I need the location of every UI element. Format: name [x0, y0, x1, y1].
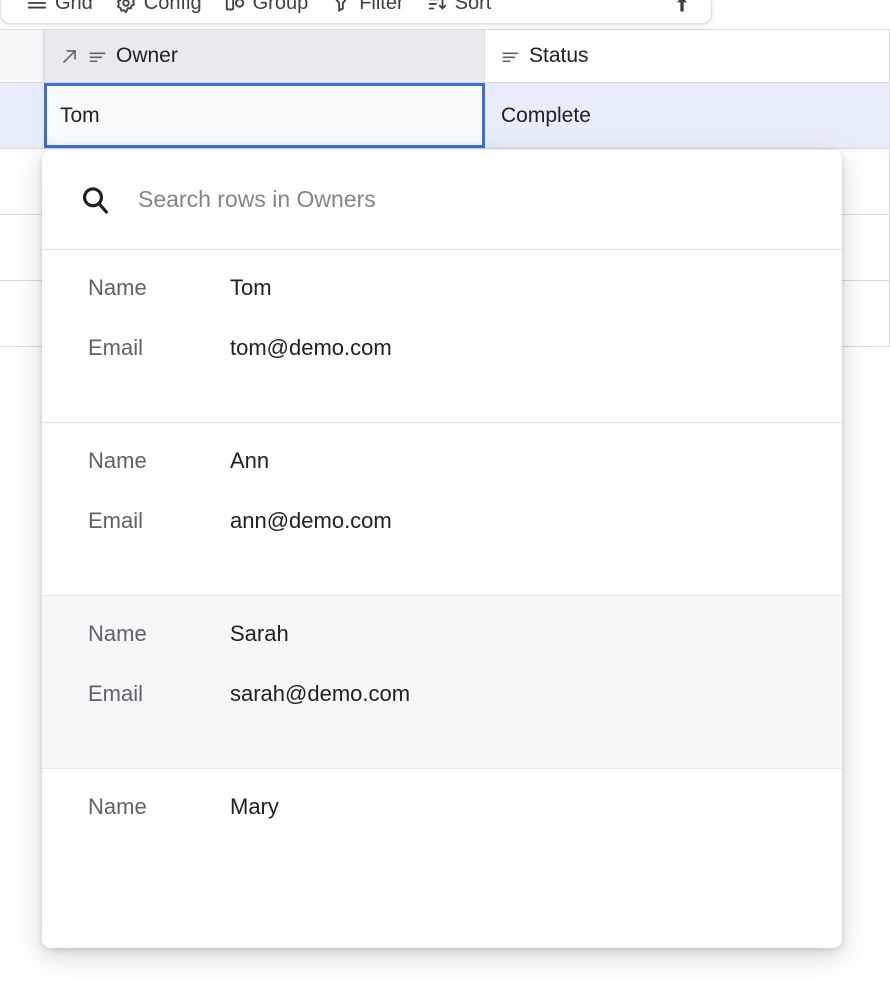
- list-item[interactable]: Name Ann Email ann@demo.com: [42, 423, 842, 596]
- toolbar-button-grid[interactable]: Grid: [15, 0, 104, 18]
- toolbar-label-group: Group: [253, 0, 309, 13]
- row-gutter: [0, 83, 44, 148]
- toolbar-button-group[interactable]: Group: [213, 0, 320, 18]
- sort-arrows-icon: [426, 0, 448, 14]
- column-header-status-label: Status: [529, 44, 589, 68]
- search-input[interactable]: [138, 186, 806, 213]
- link-arrow-icon: [60, 47, 79, 66]
- field-value-email: sarah@demo.com: [230, 682, 842, 706]
- cell-status-value: Complete: [501, 104, 591, 128]
- field-label-email: Email: [42, 509, 230, 533]
- list-item[interactable]: Name Tom Email tom@demo.com: [42, 250, 842, 423]
- toolbar-button-filter[interactable]: Filter: [319, 0, 414, 18]
- record-field-name: Name Ann: [42, 449, 842, 509]
- row-gutter: [0, 281, 44, 346]
- field-label-email: Email: [42, 682, 230, 706]
- field-label-email: Email: [42, 336, 230, 360]
- field-value-name: Sarah: [230, 622, 842, 646]
- toolbar-button-config[interactable]: Config: [104, 0, 213, 18]
- row-gutter: [0, 149, 44, 214]
- field-value-email: ann@demo.com: [230, 509, 842, 533]
- record-picker-list: Name Tom Email tom@demo.com Name Ann Ema…: [42, 250, 842, 848]
- record-picker-search-bar: [42, 150, 842, 250]
- column-header-owner[interactable]: Owner: [44, 30, 485, 82]
- toolbar-label-grid: Grid: [55, 0, 93, 13]
- list-item[interactable]: Name Sarah Email sarah@demo.com: [42, 596, 842, 769]
- record-field-email: Email ann@demo.com: [42, 509, 842, 569]
- toolbar-label-config: Config: [144, 0, 202, 13]
- cell-status[interactable]: Complete: [485, 83, 890, 148]
- record-picker-dropdown: Name Tom Email tom@demo.com Name Ann Ema…: [42, 150, 842, 948]
- cell-owner-value: Tom: [60, 104, 100, 128]
- toolbar-label-filter: Filter: [359, 0, 403, 13]
- arrow-up-icon[interactable]: [667, 0, 697, 18]
- row-gutter: [0, 215, 44, 280]
- record-field-name: Name Mary: [42, 795, 842, 848]
- text-lines-icon: [88, 47, 107, 66]
- grid-header-row: Owner Status: [0, 29, 890, 83]
- record-field-name: Name Tom: [42, 276, 842, 336]
- field-value-name: Tom: [230, 276, 842, 300]
- field-value-name: Mary: [230, 795, 842, 819]
- record-field-name: Name Sarah: [42, 622, 842, 682]
- record-field-email: Email sarah@demo.com: [42, 682, 842, 742]
- view-toolbar: Grid Config Group: [0, 0, 712, 24]
- group-icon: [224, 0, 246, 14]
- column-header-status[interactable]: Status: [485, 30, 890, 82]
- filter-funnel-icon: [330, 0, 352, 14]
- field-label-name: Name: [42, 276, 230, 300]
- column-header-owner-label: Owner: [116, 44, 178, 68]
- toolbar-label-sort: Sort: [455, 0, 492, 13]
- list-item[interactable]: Name Mary Email mary@demo.com: [42, 769, 842, 848]
- search-icon: [78, 183, 112, 217]
- field-value-email: tom@demo.com: [230, 336, 842, 360]
- toolbar-button-sort[interactable]: Sort: [415, 0, 503, 18]
- field-label-name: Name: [42, 449, 230, 473]
- field-label-name: Name: [42, 795, 230, 819]
- header-row-gutter: [0, 30, 44, 82]
- cell-owner-selected[interactable]: Tom: [44, 83, 485, 148]
- grid-lines-icon: [26, 0, 48, 14]
- record-field-email: Email tom@demo.com: [42, 336, 842, 396]
- text-lines-icon: [501, 47, 520, 66]
- field-label-name: Name: [42, 622, 230, 646]
- record-picker-footer: [42, 848, 842, 948]
- table-row[interactable]: Tom Complete: [0, 83, 890, 149]
- field-value-name: Ann: [230, 449, 842, 473]
- settings-gear-icon: [115, 0, 137, 14]
